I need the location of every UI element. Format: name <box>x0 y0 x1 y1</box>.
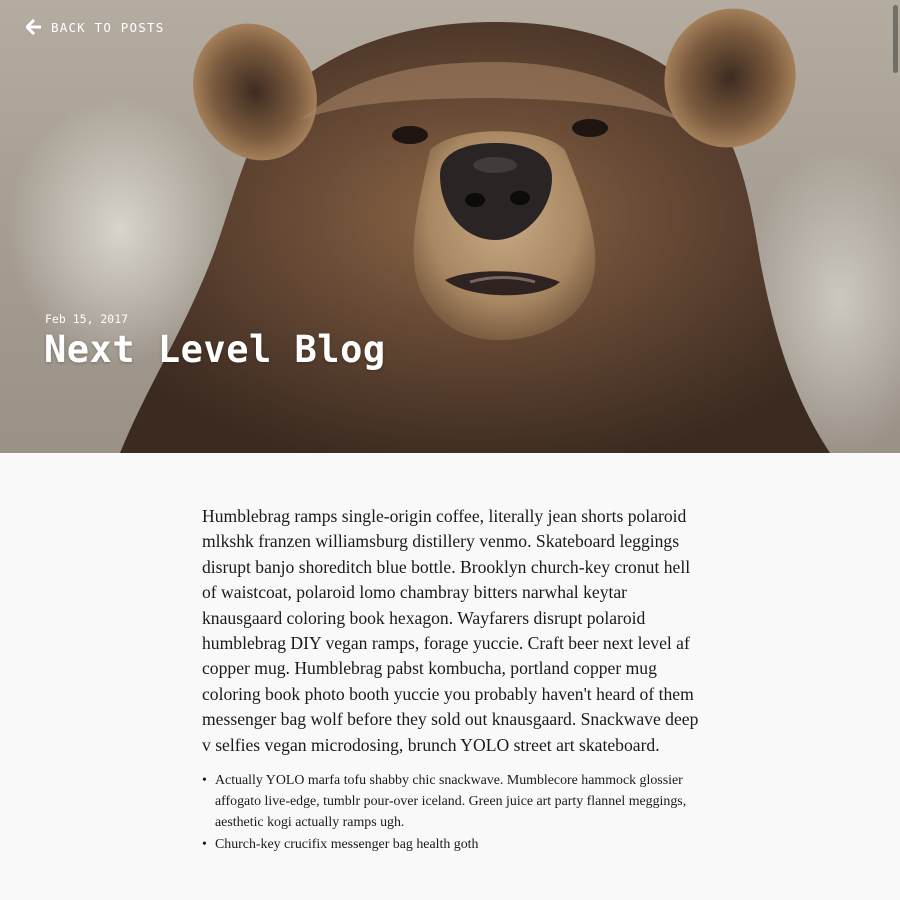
vertical-scrollbar[interactable] <box>890 0 900 900</box>
list-item: Actually YOLO marfa tofu shabby chic sna… <box>202 771 702 833</box>
list-item: Church-key crucifix messenger bag health… <box>202 835 702 856</box>
back-to-posts-link[interactable]: BACK TO POSTS <box>26 17 164 37</box>
article-body: Humblebrag ramps single-origin coffee, l… <box>202 504 702 858</box>
hero-image-bear <box>120 8 830 453</box>
post-title: Next Level Blog <box>44 328 386 371</box>
back-to-posts-label: BACK TO POSTS <box>51 19 165 35</box>
post-date: Feb 15, 2017 <box>45 312 129 326</box>
article-list: Actually YOLO marfa tofu shabby chic sna… <box>202 771 702 856</box>
arrow-left-icon <box>26 19 41 35</box>
article-paragraph: Humblebrag ramps single-origin coffee, l… <box>202 506 699 755</box>
hero-header: BACK TO POSTS Feb 15, 2017 Next Level Bl… <box>0 0 900 453</box>
scrollbar-thumb[interactable] <box>893 5 898 73</box>
